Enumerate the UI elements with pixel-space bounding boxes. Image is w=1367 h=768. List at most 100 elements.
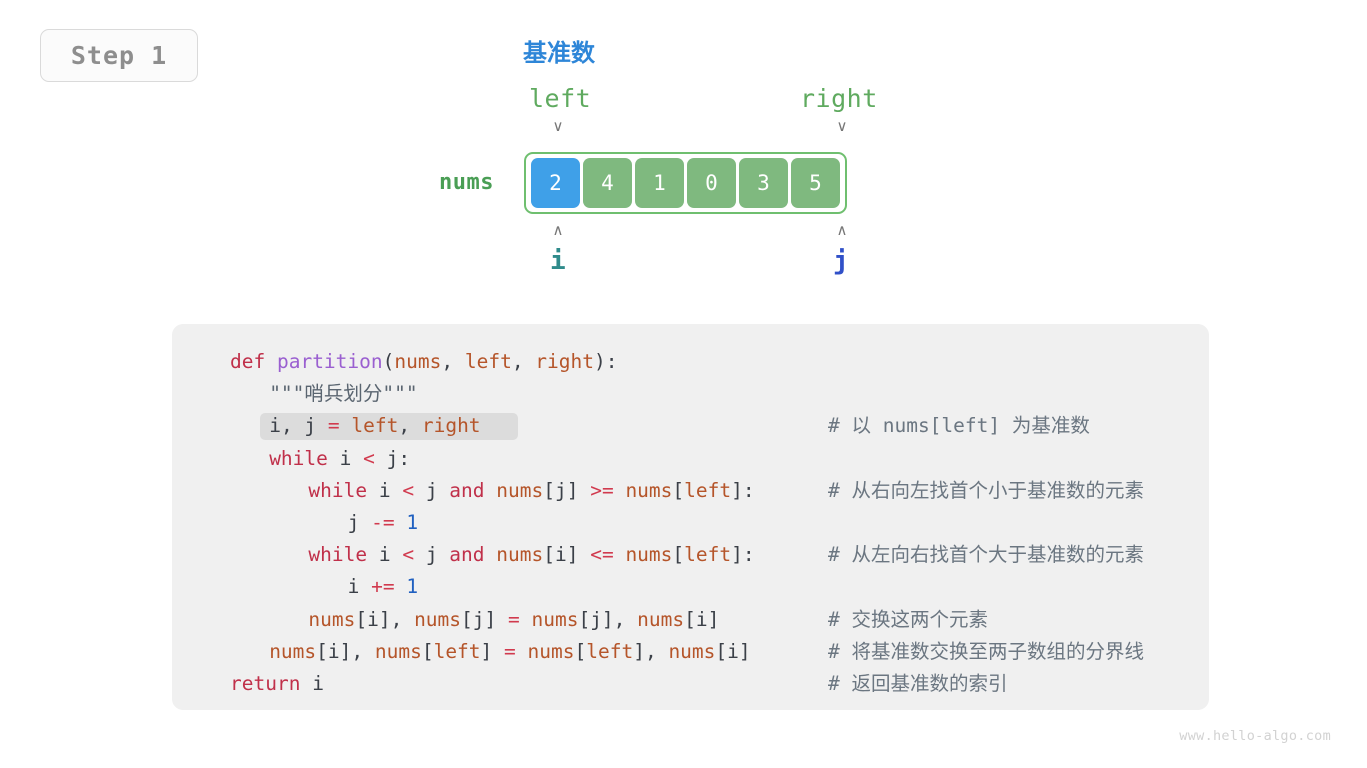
code-token: left xyxy=(684,543,732,567)
code-token: ( xyxy=(382,350,395,373)
left-pointer-caret-icon: ∨ xyxy=(552,117,564,135)
code-token: right xyxy=(421,414,481,438)
code-comment: # 以 nums[left] 为基准数 xyxy=(828,414,1090,438)
code-token: [j], xyxy=(578,607,638,631)
code-token: left xyxy=(351,414,399,438)
code-token: left xyxy=(464,350,512,373)
code-comment: # 从左向右找首个大于基准数的元素 xyxy=(828,543,1144,567)
code-token: while xyxy=(269,446,340,470)
code-token: , xyxy=(511,350,536,373)
code-token: i xyxy=(347,575,372,599)
code-token: [i], xyxy=(355,607,415,631)
code-token: ): xyxy=(594,350,618,373)
code-token: 1 xyxy=(406,575,419,599)
code-line: while i < j: xyxy=(172,443,1209,475)
code-token: >= xyxy=(590,478,626,502)
code-line-text: """哨兵划分""" xyxy=(269,378,417,410)
code-token: nums xyxy=(269,639,317,663)
code-line-text: j -= 1 xyxy=(348,507,418,539)
code-token: right xyxy=(535,350,594,373)
code-token: nums xyxy=(625,543,673,567)
code-token: = xyxy=(504,639,528,663)
code-token: ] xyxy=(480,639,505,663)
code-line: while i < j and nums[j] >= nums[left]: # … xyxy=(172,475,1209,507)
right-bound-label: right xyxy=(800,84,878,113)
code-token: -= xyxy=(371,510,407,534)
code-token: partition xyxy=(276,350,383,373)
code-line: def partition(nums, left, right): xyxy=(172,346,1209,378)
code-token: j: xyxy=(386,446,411,470)
code-token: def xyxy=(230,350,277,373)
i-pointer-caret-icon: ∧ xyxy=(552,221,564,239)
code-line-text: return i xyxy=(230,668,324,700)
code-token: , xyxy=(398,414,422,438)
code-token: , xyxy=(441,350,465,373)
code-token: left xyxy=(433,639,481,663)
code-line-text: nums[i], nums[left] = nums[left], nums[i… xyxy=(269,636,750,668)
code-line-text: i += 1 xyxy=(348,571,418,603)
array-cell-value: 2 xyxy=(549,171,562,195)
code-token: nums xyxy=(625,478,673,502)
array-cell-value: 3 xyxy=(757,171,770,195)
array-cell-2: 1 xyxy=(635,158,684,208)
code-token: [i] xyxy=(715,639,751,663)
array-cell-4: 3 xyxy=(739,158,788,208)
code-token: [i] xyxy=(543,543,591,567)
code-token: = xyxy=(508,607,532,631)
code-token: , xyxy=(280,414,305,438)
code-token: [ xyxy=(672,478,685,502)
code-token: [ xyxy=(672,543,685,567)
code-token: nums xyxy=(308,607,356,631)
code-token: j xyxy=(425,478,450,502)
code-token: i xyxy=(269,414,281,438)
j-pointer-label: j xyxy=(833,246,849,276)
code-token: ], xyxy=(633,639,669,663)
code-lines: def partition(nums, left, right): """哨兵划分… xyxy=(172,346,1209,700)
code-token: ]: xyxy=(731,478,755,502)
i-pointer-label: i xyxy=(550,246,566,276)
code-token: j xyxy=(425,543,450,567)
code-line-text: while i < j: xyxy=(269,443,410,475)
array-cell-value: 0 xyxy=(705,171,718,195)
code-token: i xyxy=(339,446,364,470)
j-pointer-caret-icon: ∧ xyxy=(836,221,848,239)
nums-array-label: nums xyxy=(439,170,494,195)
array-container: 2 4 1 0 3 5 xyxy=(524,152,847,214)
code-token: and xyxy=(449,478,497,502)
code-token: < xyxy=(402,478,426,502)
code-line: nums[i], nums[j] = nums[j], nums[i] # 交换这… xyxy=(172,604,1209,636)
code-token: nums xyxy=(527,639,575,663)
code-token: left xyxy=(684,478,732,502)
code-token: [j] xyxy=(461,607,508,631)
array-cell-value: 5 xyxy=(809,171,822,195)
code-token: nums xyxy=(394,350,442,373)
code-line: while i < j and nums[i] <= nums[left]: # … xyxy=(172,539,1209,571)
code-comment: # 交换这两个元素 xyxy=(828,607,988,631)
code-token: 1 xyxy=(406,510,419,534)
code-token: [i], xyxy=(316,639,375,663)
code-line: """哨兵划分""" xyxy=(172,378,1209,410)
code-line-text: while i < j and nums[i] <= nums[left]: xyxy=(308,539,754,571)
code-comment: # 返回基准数的索引 xyxy=(828,671,1008,695)
code-line: i, j = left, right # 以 nums[left] 为基准数 xyxy=(172,410,1209,442)
code-token: nums xyxy=(374,639,422,663)
code-token: += xyxy=(371,575,407,599)
array-cell-value: 1 xyxy=(653,171,666,195)
code-token: < xyxy=(363,446,387,470)
code-token: i xyxy=(312,671,324,695)
code-line-text: i, j = left, right xyxy=(269,410,480,442)
code-token: nums xyxy=(496,543,544,567)
code-token: return xyxy=(230,671,313,695)
code-token: j xyxy=(347,510,372,534)
code-line: i += 1 xyxy=(172,571,1209,603)
code-block: def partition(nums, left, right): """哨兵划分… xyxy=(172,324,1209,710)
array-cell-3: 0 xyxy=(687,158,736,208)
code-line-text: while i < j and nums[j] >= nums[left]: xyxy=(308,475,754,507)
code-token: [i] xyxy=(684,607,720,631)
left-bound-label: left xyxy=(529,84,592,113)
code-token: while xyxy=(308,478,379,502)
code-line: nums[i], nums[left] = nums[left], nums[i… xyxy=(172,636,1209,668)
code-token: [ xyxy=(574,639,587,663)
code-token: i xyxy=(378,478,403,502)
code-token: and xyxy=(449,543,497,567)
